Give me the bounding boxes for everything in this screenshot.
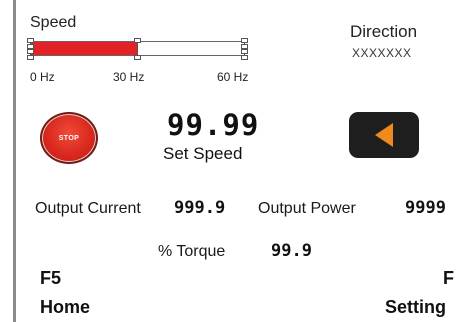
speed-bar bbox=[27, 38, 248, 60]
speed-bar-fill bbox=[31, 42, 138, 55]
settings-key-label[interactable]: F bbox=[443, 268, 454, 289]
left-border bbox=[13, 0, 16, 322]
direction-label: Direction bbox=[350, 22, 418, 41]
output-power-label: Output Power bbox=[258, 200, 356, 217]
speed-bar-tick-60 bbox=[241, 38, 248, 60]
output-power-value: 9999 bbox=[405, 198, 446, 218]
speed-bar-tick-30 bbox=[134, 38, 141, 60]
stop-button-label: STOP bbox=[58, 134, 80, 142]
stop-button[interactable]: STOP bbox=[40, 112, 98, 164]
speed-tick-label-60: 60 Hz bbox=[217, 70, 249, 84]
set-speed-value: 99.99 bbox=[167, 108, 260, 142]
direction-value: XXXXXXX bbox=[352, 46, 412, 60]
output-current-label: Output Current bbox=[35, 200, 141, 217]
settings-button[interactable]: Setting bbox=[385, 297, 446, 318]
home-button[interactable]: Home bbox=[40, 297, 90, 318]
speed-label: Speed bbox=[30, 14, 77, 31]
speed-bar-tick-0 bbox=[27, 38, 34, 60]
output-current-value: 999.9 bbox=[174, 198, 226, 218]
torque-label: % Torque bbox=[158, 243, 226, 260]
arrow-left-icon bbox=[375, 123, 393, 147]
f5-key-label[interactable]: F5 bbox=[40, 268, 61, 289]
torque-value: 99.9 bbox=[271, 241, 312, 261]
direction-button[interactable] bbox=[349, 112, 419, 158]
speed-tick-label-30: 30 Hz bbox=[113, 70, 145, 84]
set-speed-label: Set Speed bbox=[163, 144, 243, 163]
speed-tick-label-0: 0 Hz bbox=[30, 70, 55, 84]
